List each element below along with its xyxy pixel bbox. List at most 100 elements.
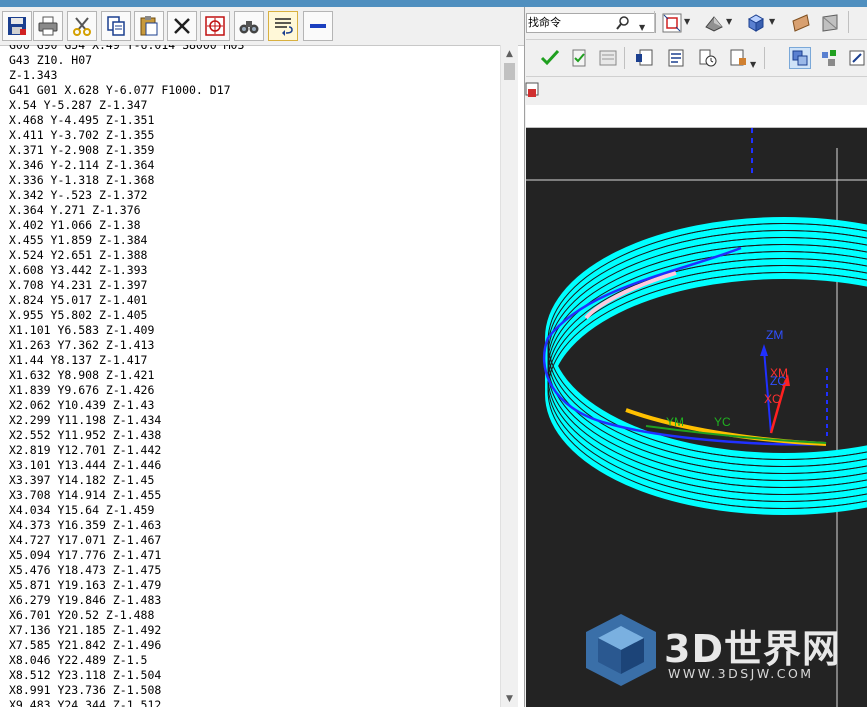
- filter-icon[interactable]: [820, 48, 840, 68]
- code-line: X4.727 Y17.071 Z-1.467: [9, 533, 162, 547]
- code-line: X.371 Y-2.908 Z-1.359: [9, 143, 155, 157]
- ym-label: YM: [666, 415, 684, 429]
- verify-icon[interactable]: [569, 48, 589, 68]
- code-line: X9.483 Y24.344 Z-1.512: [9, 698, 162, 707]
- navigator-strip: [526, 105, 867, 128]
- code-line: X8.512 Y23.118 Z-1.504: [9, 668, 162, 682]
- code-line: X1.839 Y9.676 Z-1.426: [9, 383, 155, 397]
- code-line: X3.101 Y13.444 Z-1.446: [9, 458, 162, 472]
- fit-view-icon[interactable]: [662, 13, 682, 33]
- post-icon[interactable]: [634, 48, 654, 68]
- chevron-down-icon[interactable]: ▼: [726, 17, 732, 26]
- paste-button[interactable]: [134, 11, 164, 41]
- print-button[interactable]: [33, 11, 63, 41]
- surface-icon[interactable]: [820, 13, 840, 33]
- save-icon: [8, 17, 26, 35]
- layer-icon[interactable]: [520, 81, 540, 101]
- paste-icon: [140, 16, 158, 36]
- delete-button[interactable]: [167, 11, 197, 41]
- code-line: X1.263 Y7.362 Z-1.413: [9, 338, 155, 352]
- select-icon[interactable]: [789, 47, 811, 69]
- code-line: X.411 Y-3.702 Z-1.355: [9, 128, 155, 142]
- chevron-down-icon[interactable]: ▼: [639, 23, 645, 32]
- target-icon: [205, 16, 225, 36]
- nc-code-editor[interactable]: G00 G90 G54 X.49 Y-6.014 S8000 M03 G43 Z1…: [0, 7, 525, 707]
- code-line: X1.101 Y6.583 Z-1.409: [9, 323, 155, 337]
- code-line: X1.44 Y8.137 Z-1.417: [9, 353, 148, 367]
- cut-button[interactable]: [67, 11, 97, 41]
- code-line: X6.701 Y20.52 Z-1.488: [9, 608, 155, 622]
- scrollbar-thumb[interactable]: [504, 63, 515, 80]
- word-wrap-button[interactable]: [268, 11, 298, 41]
- code-line: X.468 Y-4.495 Z-1.351: [9, 113, 155, 127]
- wrap-icon: [275, 18, 293, 36]
- collapse-button[interactable]: [303, 11, 333, 41]
- list-icon[interactable]: [666, 48, 686, 68]
- yc-label: YC: [714, 415, 731, 429]
- code-line: X.955 Y5.802 Z-1.405: [9, 308, 148, 322]
- scroll-up-icon[interactable]: ▲: [501, 45, 518, 62]
- code-line: X.402 Y1.066 Z-1.38: [9, 218, 141, 232]
- machine-icon[interactable]: [728, 48, 748, 68]
- code-line: X4.034 Y15.64 Z-1.459: [9, 503, 155, 517]
- chevron-down-icon[interactable]: ▼: [684, 17, 690, 26]
- code-line: X.364 Y.271 Z-1.376: [9, 203, 141, 217]
- cube-view-icon[interactable]: [746, 13, 766, 33]
- code-line: X5.871 Y19.163 Z-1.479: [9, 578, 162, 592]
- orient-icon[interactable]: [848, 48, 867, 68]
- tool-icon[interactable]: [791, 13, 811, 33]
- copy-button[interactable]: [101, 11, 131, 41]
- code-line: X.342 Y-.523 Z-1.372: [9, 188, 148, 202]
- search-icon[interactable]: [615, 15, 631, 31]
- code-line: X7.585 Y21.842 Z-1.496: [9, 638, 162, 652]
- copy-icon: [107, 16, 125, 36]
- chevron-down-icon[interactable]: ▼: [750, 60, 756, 69]
- code-line: G00 G90 G54 X.49 Y-6.014 S8000 M03: [9, 45, 245, 52]
- code-line: X.824 Y5.017 Z-1.401: [9, 293, 148, 307]
- command-search-text: 找命令: [528, 16, 561, 29]
- zm-label: ZM: [766, 328, 783, 342]
- code-line: X.346 Y-2.114 Z-1.364: [9, 158, 155, 172]
- code-line: X.608 Y3.442 Z-1.393: [9, 263, 148, 277]
- code-line: X.336 Y-1.318 Z-1.368: [9, 173, 155, 187]
- find-button[interactable]: [234, 11, 264, 41]
- toolbar-separator: [624, 47, 625, 69]
- graphics-viewport[interactable]: ZM XM ZC XC YM YC 3D世界网 WWW.3DSJW.COM: [526, 128, 867, 707]
- zc-label: ZC: [770, 374, 786, 388]
- toolpath-band: [545, 217, 867, 515]
- vertical-scrollbar[interactable]: ▲ ▼: [500, 45, 518, 707]
- code-line: X5.094 Y17.776 Z-1.471: [9, 548, 162, 562]
- code-lines: G00 G90 G54 X.49 Y-6.014 S8000 M03 G43 Z1…: [9, 45, 244, 707]
- chevron-down-icon[interactable]: ▼: [769, 17, 775, 26]
- shading-icon[interactable]: [704, 13, 724, 33]
- clock-icon[interactable]: [698, 48, 718, 68]
- code-line: G41 G01 X.628 Y-6.077 F1000. D17: [9, 83, 231, 97]
- program-icon[interactable]: [598, 48, 618, 68]
- code-line: X.455 Y1.859 Z-1.384: [9, 233, 148, 247]
- cut-icon: [73, 17, 91, 36]
- toolbar-separator: [654, 11, 655, 33]
- watermark-url: WWW.3DSJW.COM: [668, 666, 814, 681]
- print-icon: [38, 16, 58, 36]
- window-title-bar: [0, 0, 867, 7]
- minus-icon: [310, 24, 326, 28]
- scroll-down-icon[interactable]: ▼: [501, 690, 518, 707]
- code-line: X.54 Y-5.287 Z-1.347: [9, 98, 148, 112]
- code-line: X5.476 Y18.473 Z-1.475: [9, 563, 162, 577]
- code-line: X8.991 Y23.736 Z-1.508: [9, 683, 162, 697]
- toolbar-row-2: ▼: [526, 40, 867, 77]
- toolbar-row-3: [525, 77, 867, 105]
- code-line: G43 Z10. H07: [9, 53, 93, 67]
- binoculars-icon: [239, 21, 259, 34]
- save-button[interactable]: [2, 11, 32, 41]
- watermark: 3D世界网 WWW.3DSJW.COM: [584, 612, 864, 692]
- toolbar-row-1: 找命令 ▼ ▼ ▼ ▼: [526, 7, 867, 40]
- code-line: X6.279 Y19.846 Z-1.483: [9, 593, 162, 607]
- code-line: X3.397 Y14.182 Z-1.45: [9, 473, 155, 487]
- command-search-input[interactable]: 找命令: [526, 13, 656, 33]
- check-icon[interactable]: [540, 48, 560, 68]
- code-area[interactable]: G00 G90 G54 X.49 Y-6.014 S8000 M03 G43 Z1…: [0, 45, 500, 707]
- code-line: X2.299 Y11.198 Z-1.434: [9, 413, 162, 427]
- toolbar-separator: [764, 47, 765, 69]
- locate-button[interactable]: [200, 11, 230, 41]
